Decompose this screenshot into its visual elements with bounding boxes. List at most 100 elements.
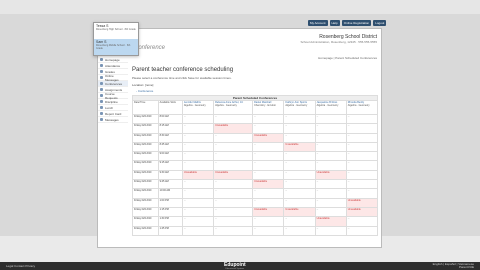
slot-open[interactable]: -- bbox=[213, 132, 254, 143]
slot-open[interactable]: -- bbox=[213, 160, 254, 171]
slot-open[interactable]: -- bbox=[181, 113, 215, 125]
slot-open[interactable]: -- bbox=[345, 179, 379, 190]
slot-unavailable[interactable]: Unavailable bbox=[213, 169, 254, 181]
teacher-course: Algebra · Geometry bbox=[183, 104, 206, 107]
slot-open[interactable]: -- bbox=[252, 113, 285, 125]
slot-open[interactable]: -- bbox=[314, 123, 347, 134]
slot-open[interactable]: -- bbox=[283, 160, 316, 171]
slot-unavailable[interactable]: Unavailable bbox=[345, 206, 379, 218]
student-option[interactable]: Sam S Rosenberg Middle School · 6th Grade bbox=[94, 39, 138, 55]
slot-open[interactable]: -- bbox=[283, 216, 316, 227]
breadcrumb[interactable]: Homepage | Parent Scheduled Conferences bbox=[318, 56, 377, 60]
slot-open[interactable]: -- bbox=[213, 197, 254, 208]
slot-open[interactable]: -- bbox=[283, 151, 316, 162]
slot-open[interactable]: -- bbox=[283, 169, 316, 181]
slot-open[interactable]: -- bbox=[252, 151, 285, 162]
slot-open[interactable]: -- bbox=[345, 141, 379, 153]
slot-open[interactable]: -- bbox=[345, 188, 379, 199]
slot-open[interactable]: -- bbox=[213, 179, 254, 190]
slot-open[interactable]: -- bbox=[345, 151, 379, 162]
slot-open[interactable]: -- bbox=[181, 123, 215, 134]
slot-open[interactable]: -- bbox=[314, 132, 347, 143]
slot-open[interactable]: -- bbox=[252, 123, 285, 134]
slot-unavailable[interactable]: Unavailable bbox=[283, 141, 316, 153]
slot-open[interactable]: -- bbox=[314, 141, 347, 153]
slot-open[interactable]: -- bbox=[213, 225, 254, 236]
sidebar-item-icon bbox=[100, 94, 103, 97]
table-body: Friday 02/13/20 8:00 AM -- -- -- -- -- -- Friday… bbox=[132, 113, 379, 236]
slot-open[interactable]: -- bbox=[213, 141, 254, 153]
slot-open[interactable]: -- bbox=[181, 188, 215, 199]
slot-open[interactable]: -- bbox=[283, 197, 316, 208]
slot-open[interactable]: -- bbox=[345, 113, 379, 125]
slot-open[interactable]: -- bbox=[252, 197, 285, 208]
student-school: Rosenberg High School · 8th Grade bbox=[96, 28, 136, 31]
slot-open[interactable]: -- bbox=[252, 141, 285, 153]
sidebar-item-label: Lunch bbox=[105, 105, 114, 110]
slot-open[interactable]: -- bbox=[345, 123, 379, 134]
table-row: Friday 02/13/20 8:45 AM -- -- -- Unavailable -… bbox=[132, 141, 379, 153]
logout-link[interactable]: Logout bbox=[373, 20, 387, 26]
slot-unavailable[interactable]: Unavailable bbox=[283, 206, 316, 218]
footer-links[interactable]: Legal Contact Privacy bbox=[6, 264, 35, 268]
row-time: 1:15 PM bbox=[157, 206, 183, 218]
conference-table: Parent Scheduled Conferences Date/Time A… bbox=[132, 95, 379, 236]
slot-unavailable[interactable]: Unavailable bbox=[181, 169, 215, 181]
slot-open[interactable]: -- bbox=[314, 206, 347, 218]
slot-open[interactable]: -- bbox=[252, 188, 285, 199]
slot-unavailable[interactable]: Unavailable bbox=[252, 179, 285, 190]
slot-open[interactable]: -- bbox=[283, 113, 316, 125]
slot-open[interactable]: -- bbox=[283, 179, 316, 190]
student-option[interactable]: Tessa S Rosenberg High School · 8th Grade bbox=[94, 23, 138, 39]
slot-unavailable[interactable]: Unavailable bbox=[314, 216, 347, 227]
top-links: My Account Help Online Registration Logo… bbox=[308, 20, 387, 26]
slot-open[interactable]: -- bbox=[283, 225, 316, 236]
slot-unavailable[interactable]: Unavailable bbox=[314, 169, 347, 181]
slot-open[interactable]: -- bbox=[314, 197, 347, 208]
slot-open[interactable]: -- bbox=[181, 151, 215, 162]
slot-unavailable[interactable]: Unavailable bbox=[345, 197, 379, 208]
slot-open[interactable]: -- bbox=[213, 113, 254, 125]
slot-open[interactable]: -- bbox=[181, 132, 215, 143]
slot-open[interactable]: -- bbox=[345, 216, 379, 227]
slot-open[interactable]: -- bbox=[252, 169, 285, 181]
slot-open[interactable]: -- bbox=[283, 132, 316, 143]
slot-open[interactable]: -- bbox=[181, 179, 215, 190]
slot-open[interactable]: -- bbox=[283, 188, 316, 199]
slot-unavailable[interactable]: Unavailable bbox=[252, 206, 285, 218]
slot-open[interactable]: -- bbox=[181, 141, 215, 153]
slot-open[interactable]: -- bbox=[213, 151, 254, 162]
slot-open[interactable]: -- bbox=[181, 206, 215, 218]
slot-open[interactable]: -- bbox=[314, 225, 347, 236]
sidebar-item-messages[interactable]: Messages bbox=[98, 117, 128, 123]
online-registration-link[interactable]: Online Registration bbox=[341, 20, 372, 26]
slot-open[interactable]: -- bbox=[314, 113, 347, 125]
slot-open[interactable]: -- bbox=[181, 160, 215, 171]
slot-open[interactable]: -- bbox=[345, 132, 379, 143]
col-teacher-header: Kathryn Ann Sports Algebra · Geometry bbox=[283, 100, 316, 115]
conference-link[interactable]: - Conference bbox=[136, 89, 378, 93]
slot-open[interactable]: -- bbox=[252, 160, 285, 171]
slot-open[interactable]: -- bbox=[314, 179, 347, 190]
slot-open[interactable]: -- bbox=[345, 169, 379, 181]
district-address: School Administration, Rosenberg, 12345 … bbox=[300, 40, 377, 44]
slot-open[interactable]: -- bbox=[181, 197, 215, 208]
slot-open[interactable]: -- bbox=[283, 123, 316, 134]
slot-open[interactable]: -- bbox=[314, 160, 347, 171]
slot-unavailable[interactable]: Unavailable bbox=[252, 132, 285, 143]
my-account-link[interactable]: My Account bbox=[308, 20, 328, 26]
help-link[interactable]: Help bbox=[329, 20, 340, 26]
slot-open[interactable]: -- bbox=[213, 216, 254, 227]
slot-open[interactable]: -- bbox=[213, 206, 254, 218]
sidebar-item-icon bbox=[100, 70, 103, 73]
slot-open[interactable]: -- bbox=[213, 188, 254, 199]
slot-unavailable[interactable]: Unavailable bbox=[213, 123, 254, 134]
slot-open[interactable]: -- bbox=[345, 225, 379, 236]
slot-open[interactable]: -- bbox=[181, 216, 215, 227]
slot-open[interactable]: -- bbox=[252, 225, 285, 236]
slot-open[interactable]: -- bbox=[181, 225, 215, 236]
slot-open[interactable]: -- bbox=[345, 160, 379, 171]
slot-open[interactable]: -- bbox=[314, 188, 347, 199]
slot-open[interactable]: -- bbox=[252, 216, 285, 227]
slot-open[interactable]: -- bbox=[314, 151, 347, 162]
